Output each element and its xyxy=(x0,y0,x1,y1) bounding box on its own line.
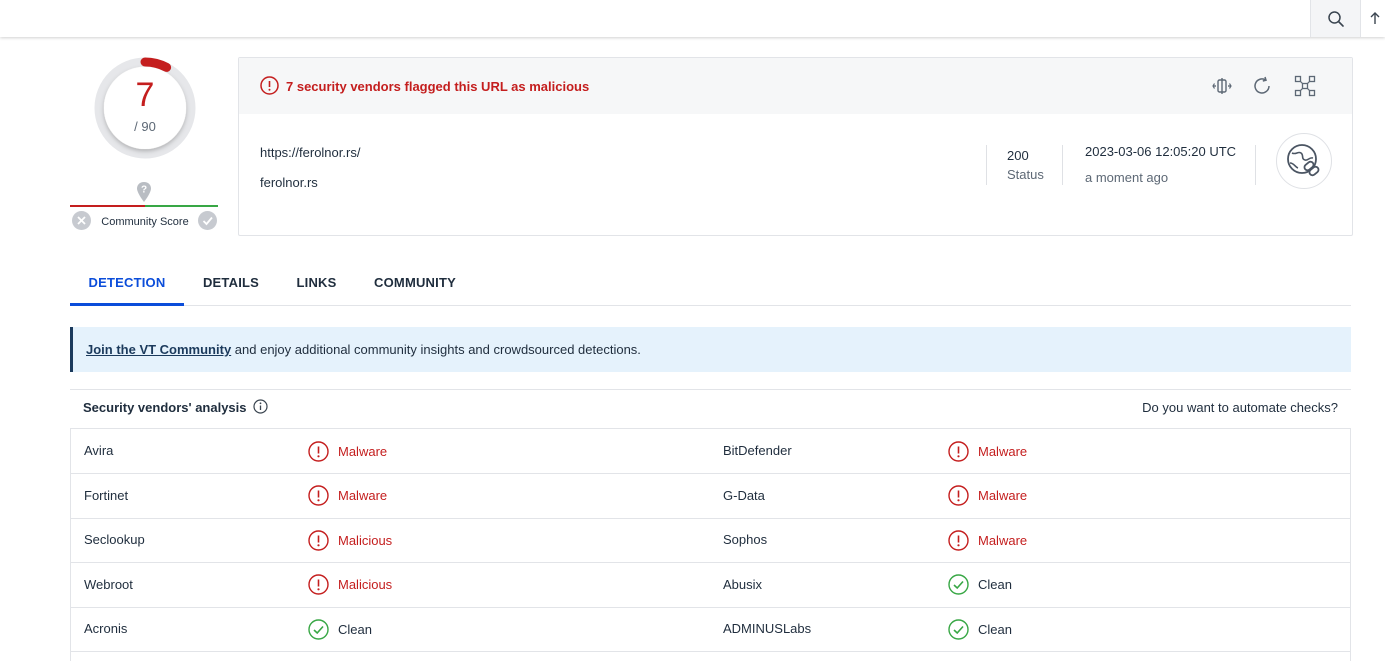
verdict-label: Clean xyxy=(978,621,1012,637)
svg-text:?: ? xyxy=(141,185,147,196)
question-marker-icon: ? xyxy=(137,182,151,202)
vendor-verdict: Malicious xyxy=(308,563,392,607)
scan-date: 2023-03-06 12:05:20 UTC xyxy=(1085,144,1237,159)
tab-details[interactable]: DETAILS xyxy=(192,266,270,306)
vendor-name: Fortinet xyxy=(84,487,129,503)
upload-button[interactable] xyxy=(1368,0,1385,37)
url-link-globe-icon xyxy=(1287,144,1320,177)
http-status-label: Status xyxy=(1007,167,1044,182)
verdict-label: Malware xyxy=(978,443,1028,459)
search-icon xyxy=(1327,10,1344,27)
scanned-url[interactable]: https://ferolnor.rs/ xyxy=(260,145,360,160)
community-bar-negative xyxy=(70,205,145,207)
clean-check-icon xyxy=(308,618,329,640)
url-type-badge xyxy=(1276,133,1332,189)
verdict-label: Malware xyxy=(338,488,388,503)
community-score: ? Community Score xyxy=(70,178,220,234)
verdict-label: Clean xyxy=(338,621,372,637)
community-invite-banner: Join the VT Community and enjoy addition… xyxy=(70,327,1351,372)
malicious-alert-icon xyxy=(948,529,969,551)
divider xyxy=(1062,145,1063,185)
clean-check-icon xyxy=(948,574,969,595)
vendor-verdict: Clean xyxy=(308,607,372,651)
vendor-name: Webroot xyxy=(84,576,133,592)
verdict-label: Malware xyxy=(978,532,1028,548)
compare-icon xyxy=(1212,78,1232,94)
tab-detection[interactable]: DETECTION xyxy=(70,266,184,306)
reanalyze-button[interactable] xyxy=(1250,74,1274,98)
table-row: Webroot Malicious Abusix Clean xyxy=(71,563,1350,608)
malicious-alert-icon xyxy=(948,440,969,462)
result-tabs: DETECTION DETAILS LINKS COMMUNITY xyxy=(70,266,1351,306)
vendor-name: Seclookup xyxy=(84,532,145,547)
vendor-name: Acronis xyxy=(84,621,128,636)
vendor-verdict: Clean xyxy=(948,607,1012,651)
alert-banner: 7 security vendors flagged this URL as m… xyxy=(239,58,1352,114)
tab-links[interactable]: LINKS xyxy=(284,266,349,306)
alert-text: 7 security vendors flagged this URL as m… xyxy=(286,79,590,94)
community-bar-positive xyxy=(145,205,218,207)
tab-community[interactable]: COMMUNITY xyxy=(365,266,465,306)
vendors-analysis-header: Security vendors' analysis Do you want t… xyxy=(70,389,1351,423)
graph-icon xyxy=(1294,75,1316,97)
vendor-verdict: Malware xyxy=(308,474,387,518)
detection-count: 7 xyxy=(135,76,155,114)
http-status-code: 200 xyxy=(1007,148,1029,163)
table-row: Seclookup Malicious Sophos Malware xyxy=(71,518,1350,563)
summary-card: 7 security vendors flagged this URL as m… xyxy=(238,57,1353,236)
community-invite-text: and enjoy additional community insights … xyxy=(231,342,641,357)
vendor-verdict: Malicious xyxy=(308,518,392,562)
info-icon[interactable] xyxy=(253,399,268,414)
vendor-name: ADMINUSLabs xyxy=(723,621,812,636)
compare-button[interactable] xyxy=(1210,74,1234,98)
table-row: Fortinet Malware G-Data Malware xyxy=(71,474,1350,519)
malicious-alert-icon xyxy=(308,440,329,462)
search-button[interactable] xyxy=(1310,0,1361,37)
table-row: Acronis Clean ADMINUSLabs Clean xyxy=(71,607,1350,652)
vendor-verdict: Clean xyxy=(948,563,1012,607)
vendor-name: Sophos xyxy=(723,532,768,547)
verdict-label: Malware xyxy=(338,443,388,459)
graph-button[interactable] xyxy=(1293,74,1317,98)
vendor-name: Abusix xyxy=(723,576,763,592)
top-bar xyxy=(0,0,1385,37)
upload-icon xyxy=(1370,11,1380,24)
join-community-link[interactable]: Join the VT Community xyxy=(86,342,231,357)
table-row: Avira Malware BitDefender Malware xyxy=(71,429,1350,474)
detection-total: / 90 xyxy=(134,119,156,134)
scan-relative-time: a moment ago xyxy=(1085,170,1169,185)
vendor-name: BitDefender xyxy=(723,443,792,458)
malicious-alert-icon xyxy=(948,485,969,506)
vendors-analysis-title: Security vendors' analysis xyxy=(83,400,247,415)
divider xyxy=(1255,145,1256,185)
malicious-alert-icon xyxy=(308,529,329,551)
verdict-label: Malware xyxy=(978,488,1028,503)
detection-score-gauge: 7 / 90 xyxy=(92,55,198,161)
vendor-name: G-Data xyxy=(723,487,765,503)
vendor-verdict: Malware xyxy=(948,429,1027,473)
alert-circle-icon xyxy=(260,76,279,95)
automate-checks-link[interactable]: Do you want to automate checks? xyxy=(1142,400,1338,415)
reanalyze-icon xyxy=(1254,76,1270,94)
vendor-name: Avira xyxy=(84,443,114,458)
vendors-table: Avira Malware BitDefender Malware Fortinet Ma… xyxy=(70,428,1351,661)
vendor-verdict: Malware xyxy=(308,429,387,473)
vote-harmless-icon[interactable] xyxy=(198,211,217,230)
malicious-alert-icon xyxy=(308,485,329,506)
scanned-domain[interactable]: ferolnor.rs xyxy=(260,175,318,190)
divider xyxy=(986,145,987,185)
malicious-alert-icon xyxy=(308,574,329,595)
verdict-label: Malicious xyxy=(338,577,393,592)
vendor-verdict: Malware xyxy=(948,474,1027,518)
verdict-label: Clean xyxy=(978,577,1012,592)
clean-check-icon xyxy=(948,618,969,640)
vendor-verdict: Malware xyxy=(948,518,1027,562)
verdict-label: Malicious xyxy=(338,532,393,548)
